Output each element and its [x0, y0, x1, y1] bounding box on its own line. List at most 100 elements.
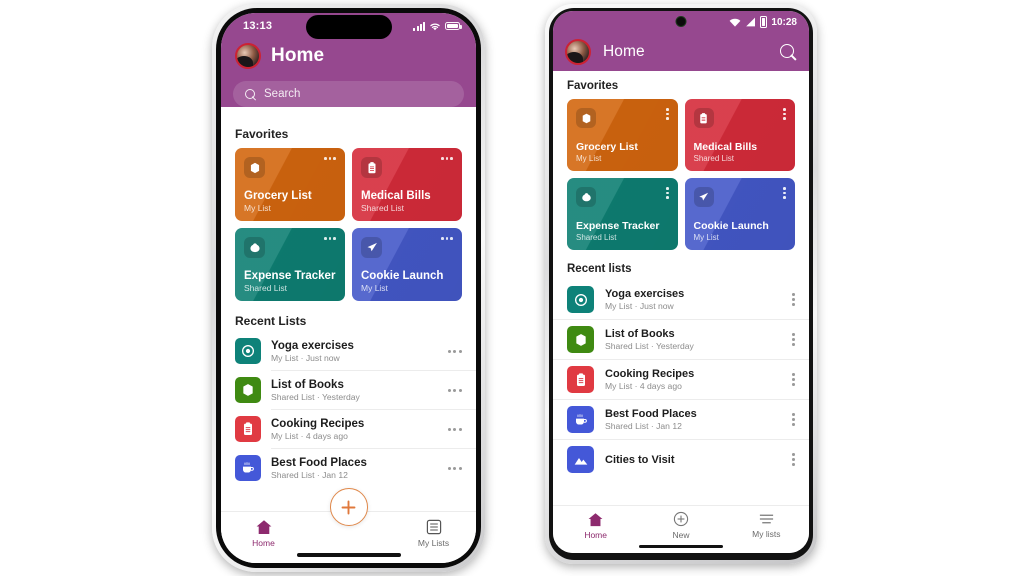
overflow-menu[interactable]	[783, 108, 786, 120]
tile-subtitle: Shared List	[361, 203, 404, 213]
list-item-title: Cities to Visit	[605, 453, 675, 466]
overflow-menu[interactable]	[792, 292, 795, 307]
overflow-menu[interactable]	[792, 412, 795, 427]
tile-icon	[693, 108, 714, 128]
list-item-text: Cities to Visit	[605, 454, 781, 466]
list-item[interactable]: Yoga exercises My List · Just now	[221, 332, 476, 370]
tile-subtitle: Shared List	[576, 233, 617, 242]
favorite-tile[interactable]: Expense Tracker Shared List	[235, 228, 345, 301]
tile-title: Grocery List	[244, 190, 312, 202]
favorites-section-title: Favorites	[235, 127, 289, 141]
overflow-menu[interactable]	[447, 349, 462, 353]
list-item-icon	[235, 455, 261, 481]
clipboard-icon	[700, 112, 707, 123]
overflow-menu[interactable]	[792, 452, 795, 467]
list-item[interactable]: Cooking Recipes My List · 4 days ago	[553, 360, 809, 399]
list-item-icon	[567, 406, 594, 433]
overflow-menu[interactable]	[441, 237, 453, 240]
overflow-menu[interactable]	[792, 372, 795, 387]
search-icon[interactable]	[780, 43, 797, 61]
avatar[interactable]	[565, 39, 591, 65]
nav-item-my-lists[interactable]: My Lists	[391, 519, 476, 548]
tile-icon	[361, 237, 382, 258]
overflow-menu[interactable]	[447, 388, 462, 392]
dynamic-island	[305, 15, 392, 39]
tile-icon	[576, 187, 596, 207]
signal-triangle-icon	[746, 17, 756, 27]
favorite-tile[interactable]: Expense Tracker Shared List	[567, 178, 678, 250]
tile-icon	[693, 187, 714, 207]
overflow-menu[interactable]	[441, 157, 453, 160]
overflow-menu[interactable]	[665, 187, 669, 199]
overflow-menu[interactable]	[324, 157, 336, 160]
iphone-screen: 13:13 Home Search Favorites Grocery List…	[221, 13, 476, 563]
search-placeholder: Search	[264, 88, 301, 100]
tile-title: Cookie Launch	[361, 270, 444, 282]
box-icon	[250, 162, 259, 173]
overflow-menu[interactable]	[665, 108, 669, 120]
list-item-subtitle: My List · Just now	[271, 352, 340, 363]
home-icon	[256, 520, 271, 534]
tile-icon	[361, 157, 382, 178]
android-title-row: Home	[553, 33, 809, 71]
nav-item-new[interactable]: New	[638, 511, 723, 540]
tile-title: Expense Tracker	[244, 270, 336, 282]
favorite-tile[interactable]: Cookie Launch My List	[352, 228, 462, 301]
nav-item-home[interactable]: Home	[553, 512, 638, 540]
tile-title: Grocery List	[576, 141, 638, 153]
overflow-menu[interactable]	[792, 332, 795, 347]
ios-home-indicator	[296, 553, 401, 557]
list-item-subtitle: Shared List · Yesterday	[271, 391, 360, 402]
favorite-tile[interactable]: Cookie Launch My List	[684, 178, 795, 250]
list-item-title: List of Books	[271, 378, 344, 391]
home-icon	[588, 512, 603, 526]
list-item-subtitle: My List · 4 days ago	[605, 381, 682, 391]
ios-content: Favorites Grocery List My List Medical B…	[221, 117, 476, 487]
nav-item-my-lists[interactable]: My lists	[724, 512, 809, 539]
overflow-menu[interactable]	[324, 237, 336, 240]
favorite-tile[interactable]: Grocery List My List	[235, 148, 345, 221]
list-item-subtitle: Shared List · Yesterday	[605, 341, 694, 351]
recent-section-title: Recent Lists	[235, 314, 307, 328]
favorite-tile[interactable]: Medical Bills Shared List	[684, 99, 795, 171]
list-item[interactable]: Best Food Places Shared List · Jan 12	[553, 400, 809, 439]
list-item[interactable]: Best Food Places Shared List · Jan 12	[221, 449, 476, 487]
rocket-icon	[367, 242, 377, 251]
list-item-text: Cooking Recipes My List · 4 days ago	[271, 418, 438, 441]
nav-label-my-lists: My lists	[752, 529, 781, 539]
list-item-text: Cooking Recipes My List · 4 days ago	[605, 368, 781, 391]
nav-label-new: New	[672, 530, 690, 540]
overflow-menu[interactable]	[783, 187, 786, 199]
nav-item-home[interactable]: Home	[221, 519, 306, 548]
lists-icon	[759, 514, 773, 524]
list-item[interactable]: List of Books Shared List · Yesterday	[221, 371, 476, 409]
tile-subtitle: My List	[693, 233, 719, 242]
list-item[interactable]: Yoga exercises My List · Just now	[553, 280, 809, 319]
target-icon	[574, 293, 587, 306]
nav-label-my-lists: My Lists	[417, 538, 450, 548]
favorite-tile[interactable]: Grocery List My List	[567, 99, 678, 171]
status-icons: 10:28	[729, 16, 797, 28]
list-item[interactable]: Cities to Visit	[553, 440, 809, 479]
rocket-icon	[699, 192, 709, 201]
list-item[interactable]: Cooking Recipes My List · 4 days ago	[221, 410, 476, 448]
ios-status-bar: 13:13	[221, 13, 476, 39]
plus-icon	[341, 500, 356, 514]
overflow-menu[interactable]	[447, 427, 462, 431]
wifi-icon	[730, 18, 741, 27]
search-input[interactable]: Search	[233, 81, 464, 107]
list-item-text: Best Food Places Shared List · Jan 12	[605, 408, 781, 431]
list-item-title: Yoga exercises	[271, 339, 354, 352]
page-title: Home	[271, 45, 325, 66]
clipboard-icon	[244, 422, 252, 435]
add-fab-button[interactable]	[329, 488, 368, 526]
list-icon	[426, 519, 441, 535]
overflow-menu[interactable]	[447, 466, 462, 470]
list-item-text: List of Books Shared List · Yesterday	[271, 379, 438, 402]
list-item[interactable]: List of Books Shared List · Yesterday	[553, 320, 809, 359]
favorite-tile[interactable]: Medical Bills Shared List	[352, 148, 462, 221]
recent-lists: Yoga exercises My List · Just now List o…	[553, 280, 809, 479]
avatar[interactable]	[235, 43, 261, 69]
tile-subtitle: My List	[244, 203, 271, 213]
recent-lists: Yoga exercises My List · Just now List o…	[221, 332, 476, 487]
